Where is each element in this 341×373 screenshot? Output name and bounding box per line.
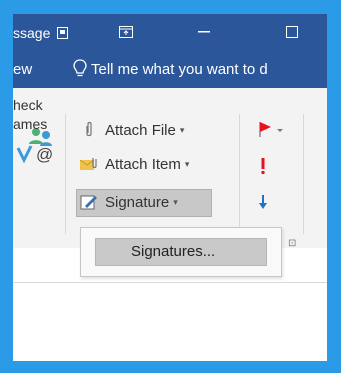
maximize-icon[interactable]: [269, 14, 315, 50]
menu-item-signatures[interactable]: Signatures...: [95, 238, 267, 266]
group-separator: [239, 114, 240, 234]
signature-dropdown-menu: Signatures...: [80, 227, 282, 277]
check-names-line-1: heck: [13, 97, 43, 113]
signature-pen-icon: [79, 193, 99, 211]
minimize-icon[interactable]: [181, 14, 227, 50]
svg-text:@: @: [36, 145, 53, 164]
message-body[interactable]: [13, 283, 327, 361]
low-importance-icon[interactable]: [258, 194, 268, 215]
window-frame: ssage ew Tell me what you want to d @ he…: [0, 0, 341, 373]
ribbon-display-options-icon[interactable]: [103, 14, 149, 50]
group-separator: [65, 114, 66, 234]
title-bar: ssage: [13, 14, 327, 50]
ribbon-tab-bar: ew Tell me what you want to d: [13, 50, 327, 88]
high-importance-icon[interactable]: [260, 157, 266, 180]
attach-item-label: Attach Item: [105, 155, 181, 173]
chevron-down-icon: ▾: [184, 158, 190, 169]
check-names-button[interactable]: heck ames: [13, 96, 47, 134]
signature-label: Signature: [105, 193, 170, 211]
message-window-icon: [57, 26, 69, 39]
lightbulb-icon: [73, 59, 87, 81]
group-separator: [303, 114, 304, 234]
attach-file-label: Attach File: [105, 121, 176, 139]
chevron-down-icon: ▾: [179, 124, 185, 135]
tab-view[interactable]: ew: [13, 61, 32, 78]
paperclip-icon: [79, 121, 99, 139]
outlook-message-window: ssage ew Tell me what you want to d @ he…: [13, 14, 327, 361]
tell-me-search[interactable]: Tell me what you want to d: [91, 61, 268, 78]
chevron-down-icon: ▾: [173, 196, 178, 207]
attach-item-button[interactable]: Attach Item ▾: [79, 155, 189, 173]
signature-button[interactable]: Signature ▾: [79, 193, 178, 211]
attach-file-button[interactable]: Attach File ▾: [79, 121, 184, 139]
check-names-line-2: ames: [13, 116, 48, 132]
window-title: ssage: [13, 25, 51, 41]
envelope-attach-icon: [79, 155, 99, 173]
follow-up-flag-icon[interactable]: [257, 120, 285, 143]
